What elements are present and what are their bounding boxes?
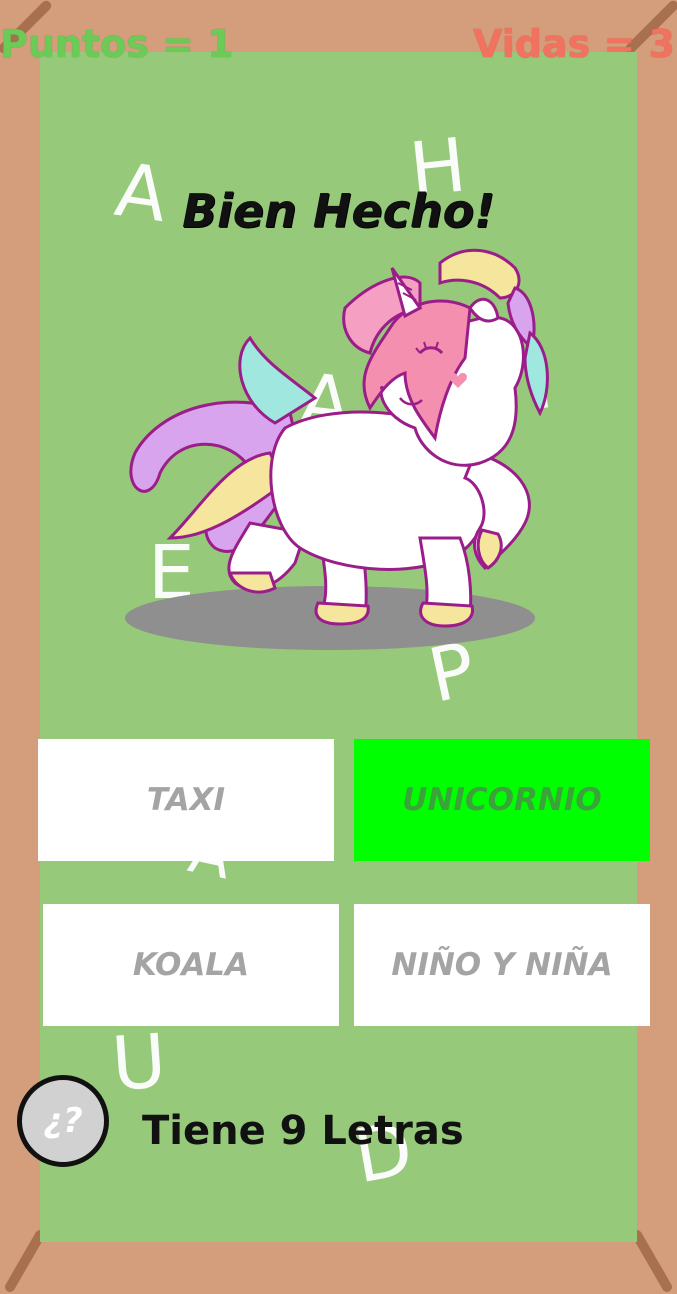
hint-text: Tiene 9 Letras [142,1108,464,1154]
answer-option-nino-y-nina[interactable]: NIÑO Y NIÑA [354,904,650,1026]
hint-button-label: ¿? [43,1101,83,1141]
option-label: TAXI [146,782,226,818]
answer-option-taxi[interactable]: TAXI [38,739,334,861]
option-label: KOALA [132,947,250,983]
option-label: UNICORNIO [402,782,602,818]
background-letter: U [109,1018,170,1108]
answer-option-koala[interactable]: KOALA [43,904,339,1026]
feedback-title: Bien Hecho! [181,184,496,238]
hint-button[interactable]: ¿? [17,1075,109,1167]
points-counter: Puntos = 1 [0,22,234,66]
option-label: NIÑO Y NIÑA [391,947,613,983]
lives-counter: Vidas = 3 [473,22,675,66]
unicorn-icon [125,248,549,650]
answer-option-unicornio[interactable]: UNICORNIO [354,739,650,861]
